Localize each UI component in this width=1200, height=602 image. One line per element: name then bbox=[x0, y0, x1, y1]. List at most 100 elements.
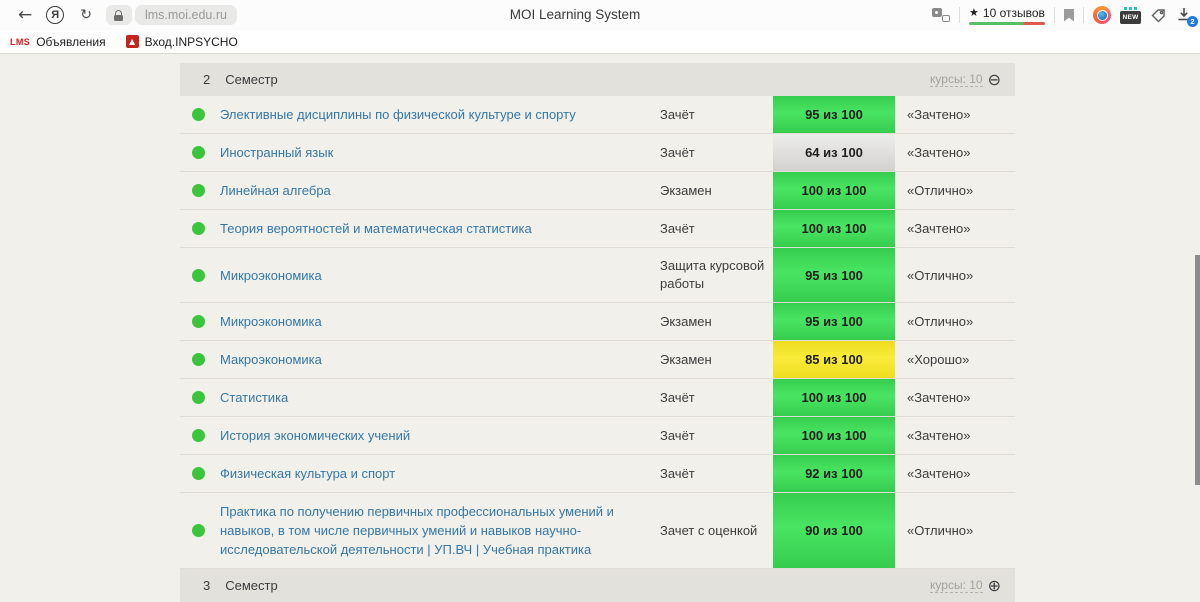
control-type: Зачёт bbox=[660, 389, 695, 405]
lms-page: 2 Семестр курсы: 10 ⊖ Элективные дисципл… bbox=[0, 55, 1200, 602]
star-icon: ★ bbox=[969, 6, 979, 19]
grade-value: «Отлично» bbox=[907, 183, 974, 198]
status-dot-icon bbox=[192, 108, 205, 121]
grade-row: Макроэкономика Экзамен 85 из 100 «Хорошо… bbox=[180, 341, 1015, 379]
course-link[interactable]: Статистика bbox=[220, 379, 660, 416]
control-type: Зачёт bbox=[660, 106, 695, 122]
bookmark-item-inpsycho[interactable]: ▲ Вход.INPSYCHO bbox=[125, 35, 238, 49]
status-dot-icon bbox=[192, 391, 205, 404]
grade-row: Элективные дисциплины по физической куль… bbox=[180, 96, 1015, 134]
status-dot-icon bbox=[192, 467, 205, 480]
grade-row: Физическая культура и спорт Зачёт 92 из … bbox=[180, 455, 1015, 493]
course-link[interactable]: Микроэкономика bbox=[220, 257, 660, 294]
control-type: Экзамен bbox=[660, 351, 712, 367]
control-type: Зачёт bbox=[660, 465, 695, 481]
score-cell: 100 из 100 bbox=[773, 210, 895, 247]
downloads-button[interactable]: 2 bbox=[1176, 6, 1198, 27]
site-rating-button[interactable]: ★ 10 отзывов bbox=[969, 6, 1045, 25]
course-link[interactable]: Физическая культура и спорт bbox=[220, 455, 660, 492]
control-type: Зачёт bbox=[660, 144, 695, 160]
control-type: Зачет с оценкой bbox=[660, 522, 758, 538]
score-cell: 90 из 100 bbox=[773, 493, 895, 568]
toolbar-separator bbox=[1054, 7, 1055, 23]
course-link[interactable]: Микроэкономика bbox=[220, 303, 660, 340]
semester-title: Семестр bbox=[225, 72, 278, 87]
bookmark-item-announcements[interactable]: LMS Объявления bbox=[10, 35, 106, 49]
new-extension-icon[interactable]: NEW bbox=[1120, 6, 1141, 24]
status-dot-icon bbox=[192, 429, 205, 442]
grade-value: «Зачтено» bbox=[907, 221, 971, 236]
score-cell: 95 из 100 bbox=[773, 248, 895, 302]
site-security-button[interactable] bbox=[105, 5, 132, 25]
grade-value: «Зачтено» bbox=[907, 428, 971, 443]
address-bar[interactable]: lms.moi.edu.ru bbox=[134, 5, 237, 25]
grade-row: Линейная алгебра Экзамен 100 из 100 «Отл… bbox=[180, 172, 1015, 210]
bookmark-icon[interactable] bbox=[1064, 8, 1074, 22]
status-dot-icon bbox=[192, 315, 205, 328]
course-link[interactable]: Теория вероятностей и математическая ста… bbox=[220, 210, 660, 247]
score-cell: 92 из 100 bbox=[773, 455, 895, 492]
grade-row: Практика по получению первичных професси… bbox=[180, 493, 1015, 569]
grade-row: Микроэкономика Защита курсовой работы 95… bbox=[180, 248, 1015, 303]
new-badge: NEW bbox=[1120, 10, 1141, 24]
grade-value: «Зачтено» bbox=[907, 145, 971, 160]
lms-logo-icon: LMS bbox=[10, 36, 31, 47]
control-type: Экзамен bbox=[660, 313, 712, 329]
back-button[interactable]: ← bbox=[18, 5, 32, 25]
score-cell: 100 из 100 bbox=[773, 172, 895, 209]
status-dot-icon bbox=[192, 184, 205, 197]
score-cell: 100 из 100 bbox=[773, 379, 895, 416]
rating-label: 10 отзывов bbox=[982, 5, 1045, 20]
status-dot-icon bbox=[192, 222, 205, 235]
rating-bar bbox=[969, 21, 1045, 25]
extension-icon[interactable] bbox=[1093, 6, 1111, 24]
grade-row: История экономических учений Зачёт 100 и… bbox=[180, 417, 1015, 455]
grades-rows: Элективные дисциплины по физической куль… bbox=[180, 96, 1015, 569]
inpsycho-shield-icon: ▲ bbox=[125, 35, 139, 48]
course-link[interactable]: Практика по получению первичных професси… bbox=[220, 493, 660, 568]
tab-title: MOI Learning System bbox=[509, 7, 641, 22]
grade-row: Статистика Зачёт 100 из 100 «Зачтено» bbox=[180, 379, 1015, 417]
yandex-browser-icon[interactable]: Я bbox=[46, 6, 65, 24]
expand-section-icon[interactable]: ⊕ bbox=[988, 577, 1001, 594]
course-link[interactable]: Элективные дисциплины по физической куль… bbox=[220, 96, 660, 133]
grade-row: Иностранный язык Зачёт 64 из 100 «Зачтен… bbox=[180, 134, 1015, 172]
course-link[interactable]: Макроэкономика bbox=[220, 341, 660, 378]
control-type: Защита курсовой работы bbox=[660, 258, 765, 291]
grade-value: «Зачтено» bbox=[907, 466, 971, 481]
course-link[interactable]: История экономических учений bbox=[220, 417, 660, 454]
courses-count-link[interactable]: курсы: 10 bbox=[930, 72, 983, 87]
grade-value: «Зачтено» bbox=[907, 390, 971, 405]
score-cell: 95 из 100 bbox=[773, 96, 895, 133]
status-dot-icon bbox=[192, 146, 205, 159]
protect-chat-icon[interactable] bbox=[932, 8, 950, 22]
score-cell: 100 из 100 bbox=[773, 417, 895, 454]
lock-icon bbox=[115, 9, 123, 15]
score-cell: 85 из 100 bbox=[773, 341, 895, 378]
semester-2-header: 2 Семестр курсы: 10 ⊖ bbox=[180, 63, 1015, 96]
course-link[interactable]: Линейная алгебра bbox=[220, 172, 660, 209]
scrollbar-thumb[interactable] bbox=[1195, 255, 1200, 485]
grade-value: «Отлично» bbox=[907, 314, 974, 329]
status-dot-icon bbox=[192, 524, 205, 537]
toolbar-separator bbox=[1083, 7, 1084, 23]
course-link[interactable]: Иностранный язык bbox=[220, 134, 660, 171]
download-count-badge: 2 bbox=[1187, 16, 1198, 27]
control-type: Зачёт bbox=[660, 220, 695, 236]
status-dot-icon bbox=[192, 268, 205, 282]
grade-row: Теория вероятностей и математическая ста… bbox=[180, 210, 1015, 248]
grade-value: «Отлично» bbox=[907, 523, 974, 538]
score-cell: 64 из 100 bbox=[773, 134, 895, 171]
status-dot-icon bbox=[192, 353, 205, 366]
collections-tag-icon[interactable] bbox=[1150, 7, 1167, 23]
courses-count-link[interactable]: курсы: 10 bbox=[930, 578, 983, 593]
browser-toolbar: ← Я ↻ lms.moi.edu.ru MOI Learning System… bbox=[0, 0, 1200, 30]
semester-3-header: 3 Семестр курсы: 10 ⊕ bbox=[180, 569, 1015, 602]
grade-value: «Зачтено» bbox=[907, 107, 971, 122]
grade-value: «Отлично» bbox=[907, 267, 974, 283]
reload-button[interactable]: ↻ bbox=[80, 7, 92, 23]
control-type: Зачёт bbox=[660, 427, 695, 443]
grade-value: «Хорошо» bbox=[907, 352, 970, 367]
control-type: Экзамен bbox=[660, 182, 712, 198]
collapse-section-icon[interactable]: ⊖ bbox=[988, 71, 1001, 88]
